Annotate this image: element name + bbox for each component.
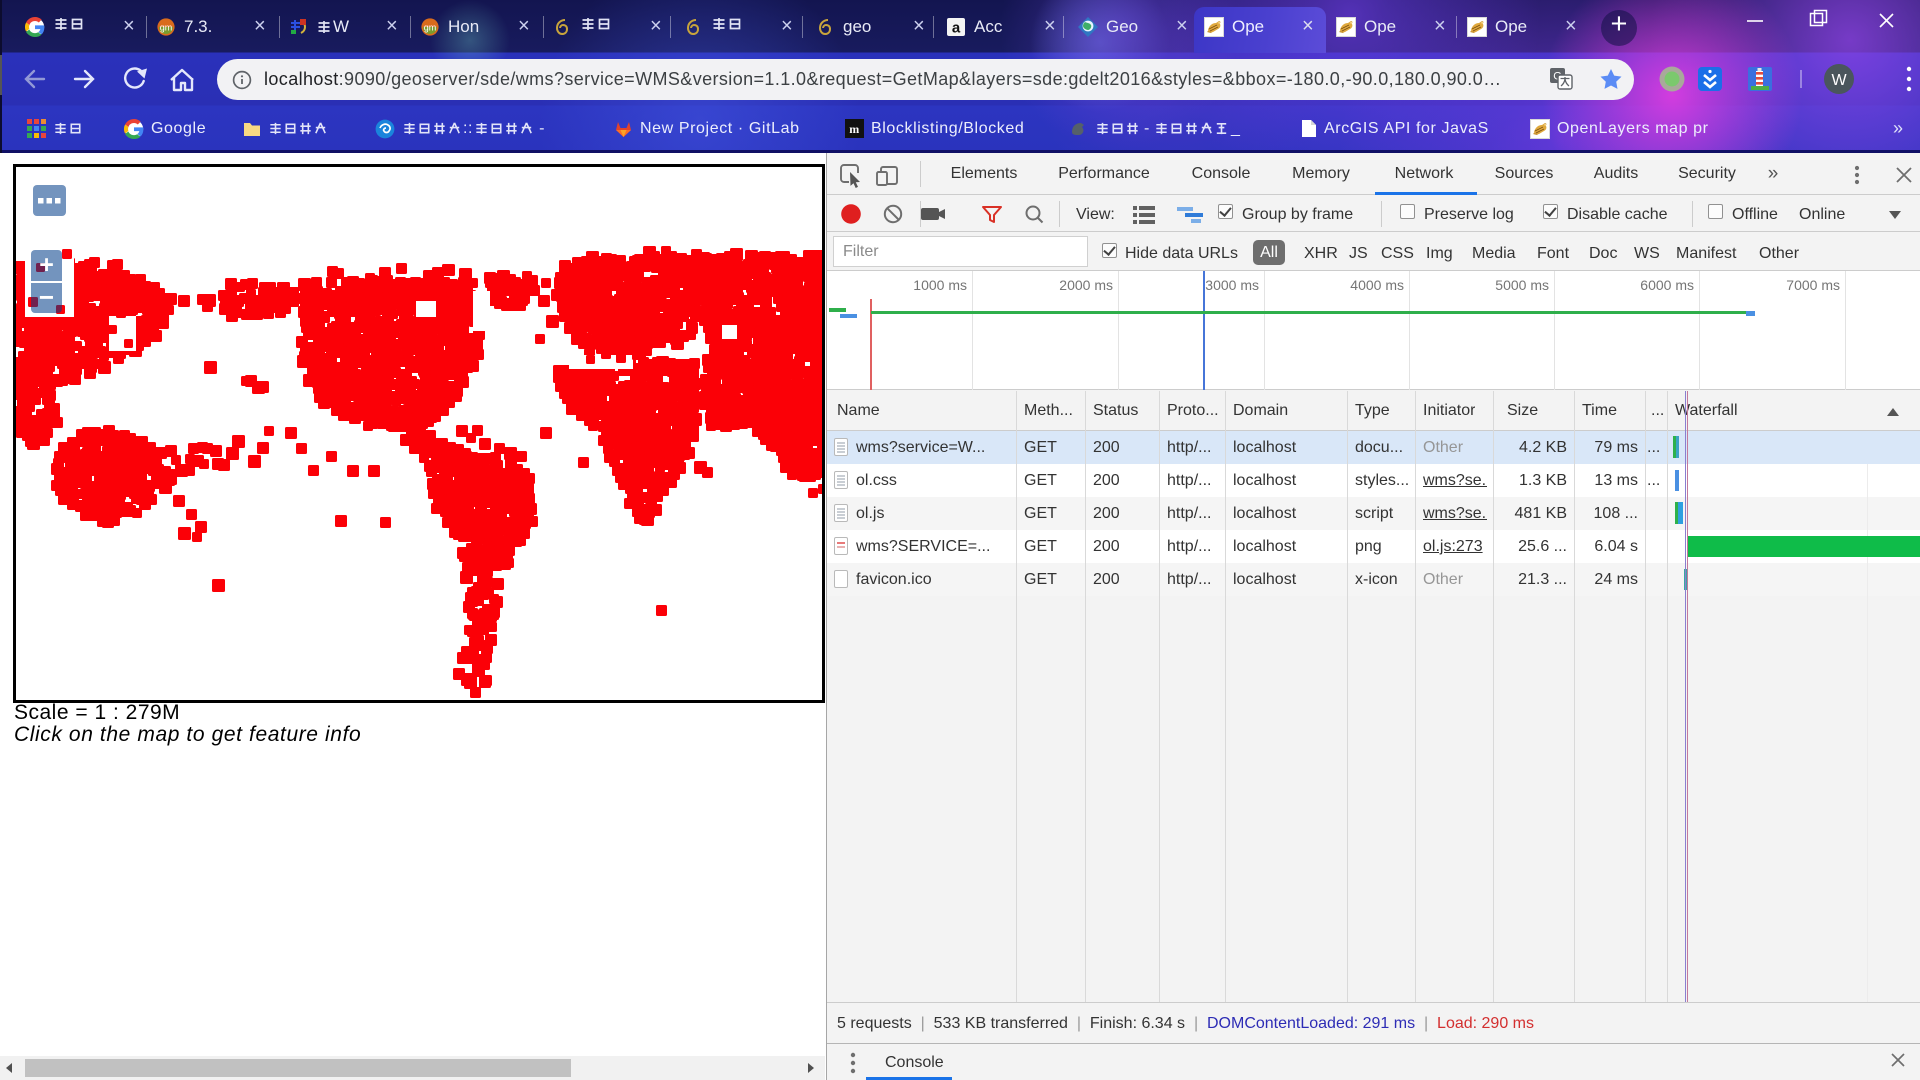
svg-text:m: m	[849, 122, 860, 136]
svg-text:gm: gm	[160, 22, 173, 32]
svg-text:a: a	[952, 19, 961, 36]
svg-text:W: W	[1831, 72, 1847, 89]
svg-text:gm: gm	[424, 22, 437, 32]
